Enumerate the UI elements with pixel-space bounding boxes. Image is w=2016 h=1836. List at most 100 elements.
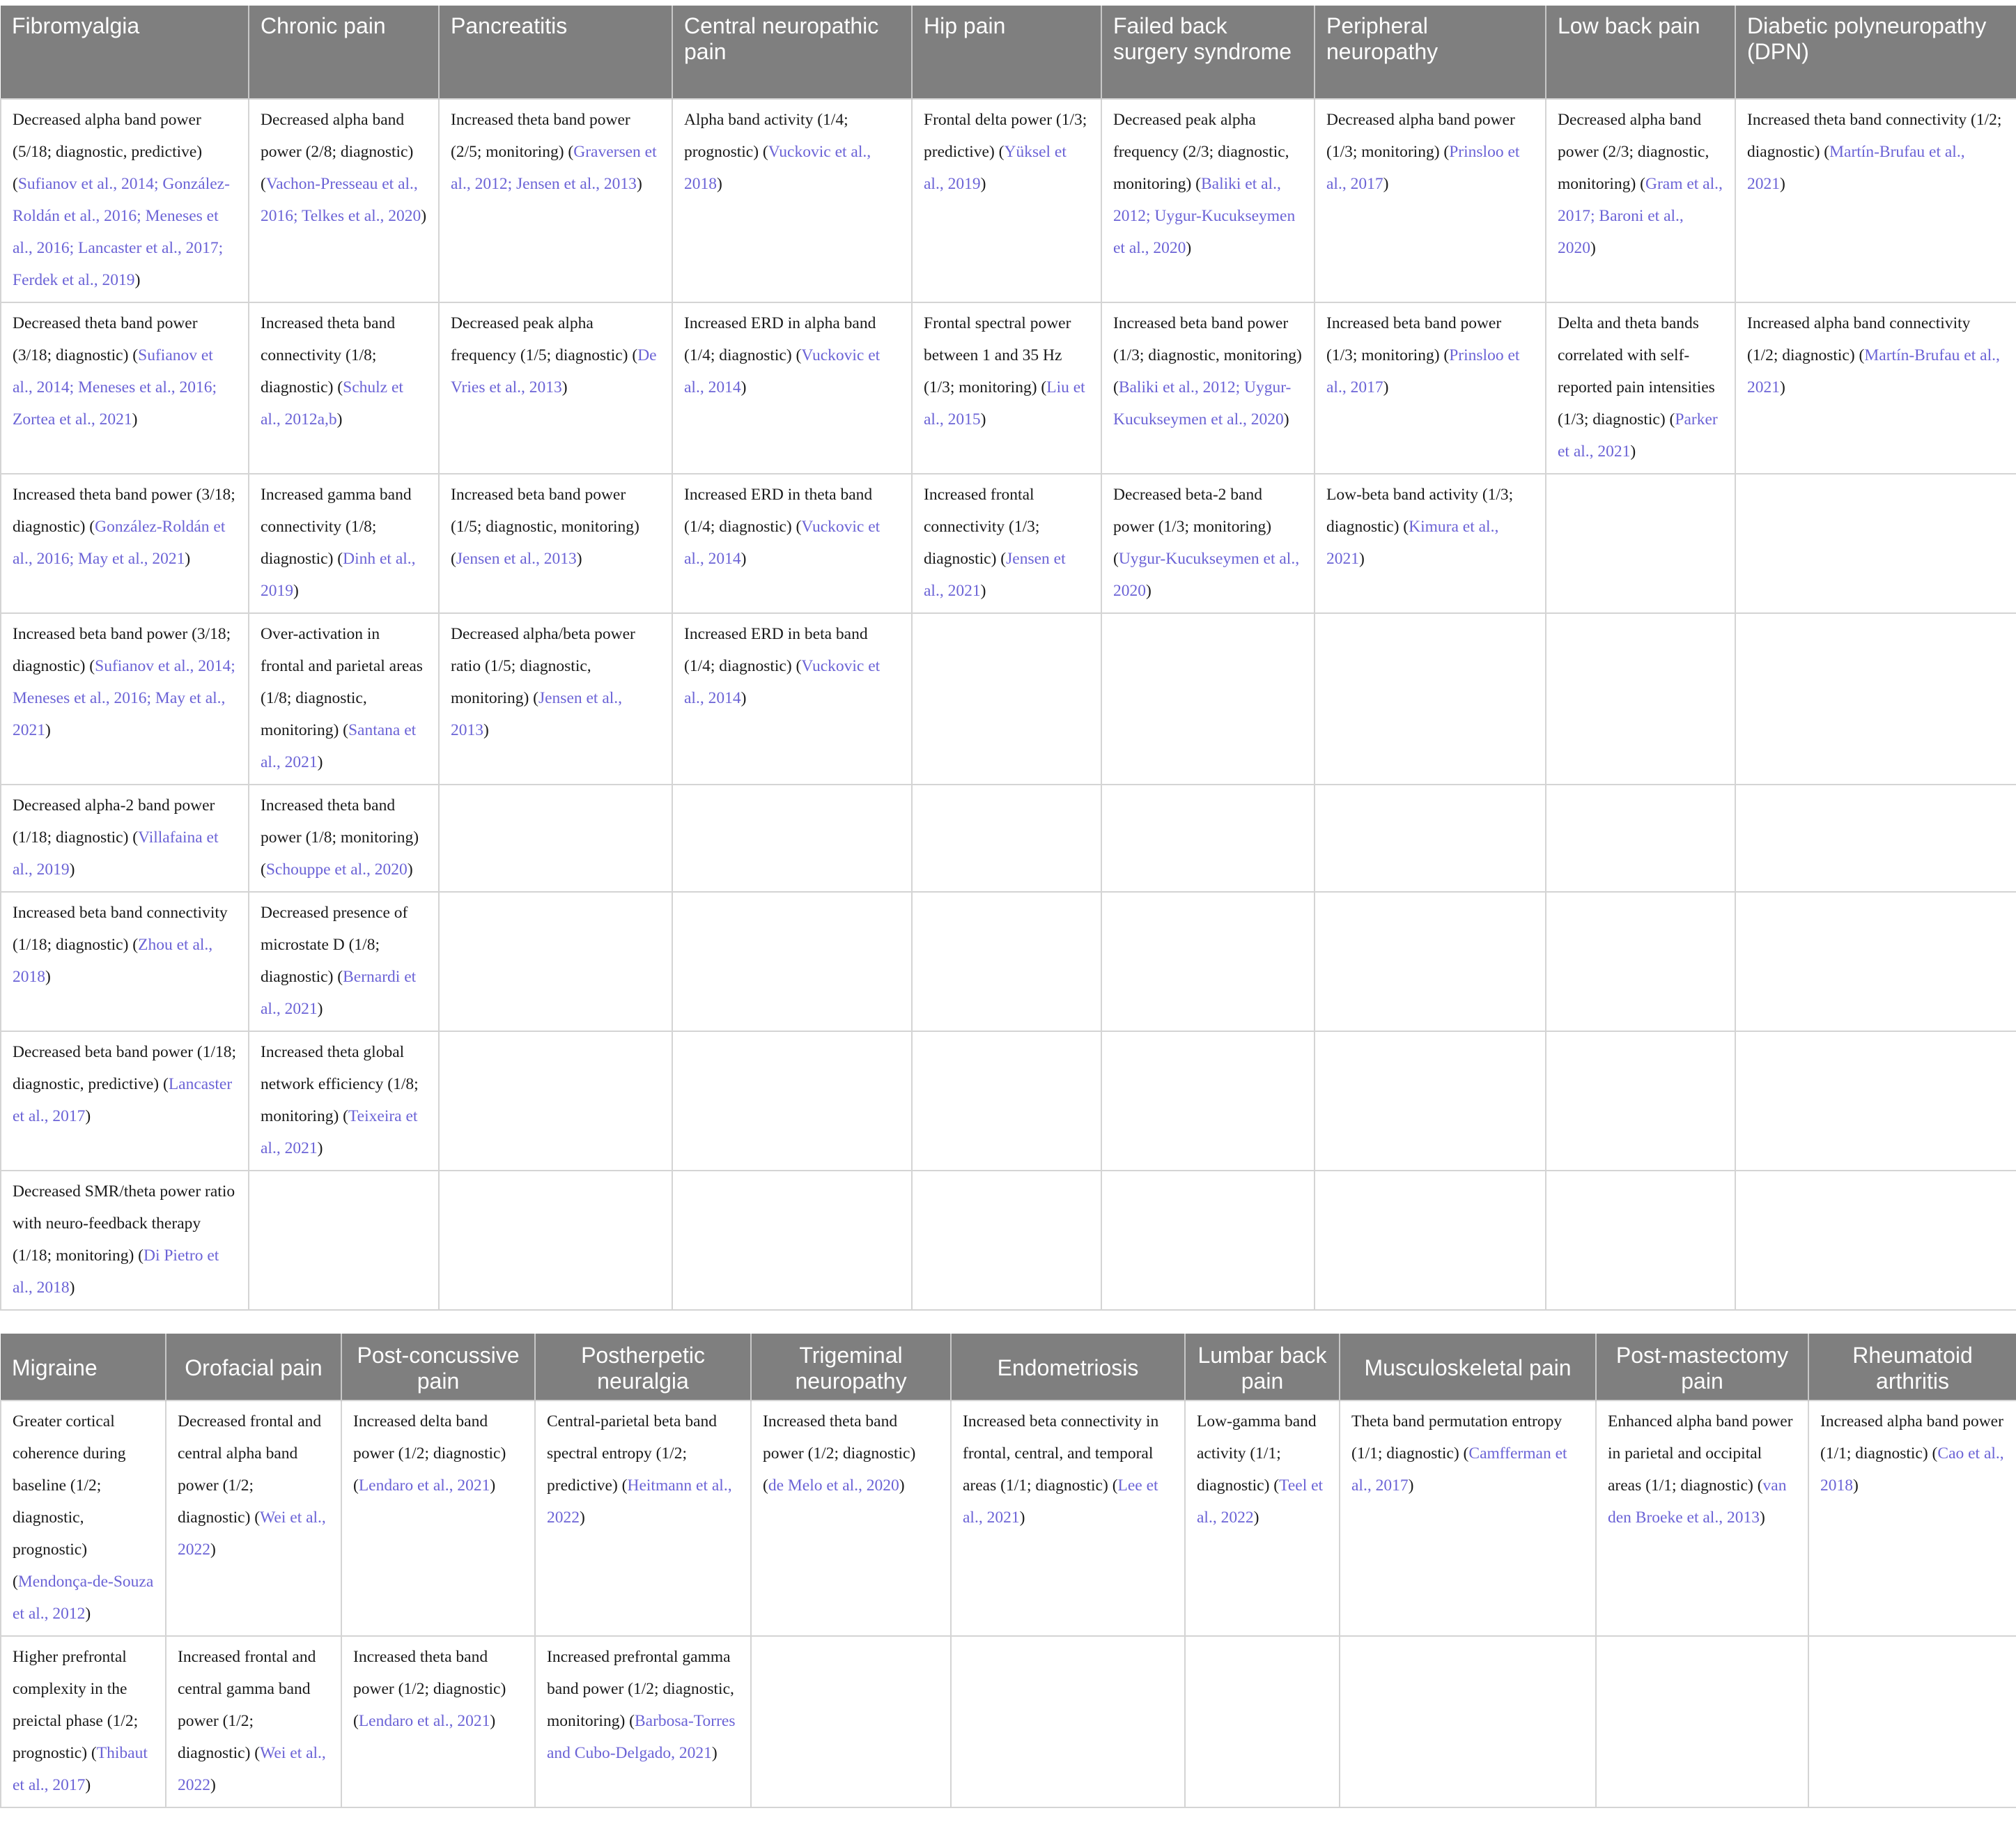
table-cell: Increased beta connectivity in frontal, … — [950, 1400, 1186, 1637]
table-cell — [672, 891, 913, 1032]
table-cell: Increased theta band power (2/5; monitor… — [438, 98, 673, 303]
column-header: Endometriosis — [951, 1334, 1186, 1401]
table-cell — [911, 891, 1102, 1032]
table-cell: Increased prefrontal gamma band power (1… — [534, 1635, 752, 1808]
column-header: Low back pain — [1546, 6, 1736, 99]
table-cell: Central-parietal beta band spectral entr… — [534, 1400, 752, 1637]
finding-text: Greater cortical coherence during baseli… — [13, 1412, 126, 1591]
table-cell: Increased theta global network efficienc… — [248, 1031, 440, 1171]
closing-paren: ) — [636, 175, 642, 193]
closing-paren: ) — [1253, 1509, 1259, 1527]
closing-paren: ) — [1759, 1509, 1765, 1527]
table-row: Increased theta band power (3/18; diagno… — [0, 473, 2016, 614]
column-header: Orofacial pain — [166, 1334, 342, 1401]
table-cell: Decreased alpha band power (2/3; diagnos… — [1545, 98, 1736, 303]
table-cell: Enhanced alpha band power in parietal an… — [1595, 1400, 1809, 1637]
table-cell — [911, 784, 1102, 893]
column-header: Migraine — [1, 1334, 166, 1401]
table-cell — [1101, 1170, 1315, 1311]
table-cell: Greater cortical coherence during baseli… — [0, 1400, 166, 1637]
column-header: Lumbar back pain — [1185, 1334, 1340, 1401]
table-cell — [248, 1170, 440, 1311]
citation-link[interactable]: de Melo et al., 2020 — [768, 1476, 899, 1495]
table-cell — [1545, 891, 1736, 1032]
closing-paren: ) — [490, 1476, 496, 1495]
table-cell: Decreased SMR/theta power ratio with neu… — [0, 1170, 249, 1311]
table-cell — [1735, 1170, 2016, 1311]
table-cell: Frontal spectral power between 1 and 35 … — [911, 302, 1102, 475]
table-cell: Decreased alpha-2 band power (1/18; diag… — [0, 784, 249, 893]
column-header: Musculoskeletal pain — [1340, 1334, 1597, 1401]
closing-paren: ) — [741, 378, 747, 396]
closing-paren: ) — [69, 1279, 75, 1297]
citation-link[interactable]: Vachon-Presseau et al., 2016; Telkes et … — [261, 175, 421, 225]
table-cell — [438, 1031, 673, 1171]
closing-paren: ) — [561, 378, 568, 396]
table-cell: Decreased peak alpha frequency (1/5; dia… — [438, 302, 673, 475]
column-header: Rheumatoid arthritis — [1808, 1334, 2016, 1401]
citation-link[interactable]: Lendaro et al., 2021 — [359, 1476, 490, 1495]
table-cell — [1545, 612, 1736, 785]
citation-link[interactable]: Uygur-Kucukseymen et al., 2020 — [1113, 550, 1299, 600]
table-cell — [1545, 784, 1736, 893]
table-cell — [750, 1635, 952, 1808]
table-cell: Decreased alpha band power (1/3; monitor… — [1314, 98, 1546, 303]
closing-paren: ) — [899, 1476, 905, 1495]
closing-paren: ) — [421, 207, 427, 225]
closing-paren: ) — [1383, 175, 1389, 193]
table-cell — [1808, 1635, 2016, 1808]
table-cell: Higher prefrontal complexity in the prei… — [0, 1635, 166, 1808]
table-cell: Increased gamma band connectivity (1/8; … — [248, 473, 440, 614]
table-cell — [1314, 1170, 1546, 1311]
closing-paren: ) — [1590, 239, 1596, 257]
table-cell — [911, 612, 1102, 785]
table-cell — [438, 784, 673, 893]
column-header: Peripheral neuropathy — [1315, 6, 1546, 99]
table-row: Increased beta band connectivity (1/18; … — [0, 891, 2016, 1032]
table-cell: Theta band permutation entropy (1/1; dia… — [1339, 1400, 1597, 1637]
header-row: Migraine Orofacial pain Post-concussive … — [1, 1334, 2016, 1401]
closing-paren: ) — [1019, 1509, 1025, 1527]
table-cell: Decreased theta band power (3/18; diagno… — [0, 302, 249, 475]
citation-link[interactable]: Sufianov et al., 2014; González-Roldán e… — [13, 175, 230, 289]
closing-paren: ) — [210, 1541, 216, 1559]
closing-paren: ) — [85, 1776, 91, 1794]
table-row: Decreased alpha-2 band power (1/18; diag… — [0, 784, 2016, 893]
table-cell — [1314, 784, 1546, 893]
column-header: Chronic pain — [249, 6, 440, 99]
table-row: Greater cortical coherence during baseli… — [0, 1400, 2016, 1637]
table-cell: Low-beta band activity (1/3; diagnostic)… — [1314, 473, 1546, 614]
closing-paren: ) — [580, 1509, 585, 1527]
closing-paren: ) — [1186, 239, 1192, 257]
table-cell: Increased beta band power (1/3; diagnost… — [1101, 302, 1315, 475]
eeg-biomarkers-table-2: Migraine Orofacial pain Post-concussive … — [0, 1334, 2016, 1808]
table-row: Decreased theta band power (3/18; diagno… — [0, 302, 2016, 475]
table-cell: Delta and theta bands correlated with se… — [1545, 302, 1736, 475]
table-cell — [1545, 1170, 1736, 1311]
table-cell — [1184, 1635, 1340, 1808]
table-cell — [1339, 1635, 1597, 1808]
column-header: Diabetic polyneuropathy (DPN) — [1735, 6, 2016, 99]
table-row: Increased beta band power (3/18; diagnos… — [0, 612, 2016, 785]
table-cell — [1314, 891, 1546, 1032]
citation-link[interactable]: Lendaro et al., 2021 — [359, 1712, 490, 1730]
citation-link[interactable]: Baliki et al., 2012; Uygur-Kucukseymen e… — [1113, 378, 1291, 429]
table-cell — [1735, 891, 2016, 1032]
closing-paren: ) — [741, 550, 747, 568]
table-cell: Increased theta band power (1/2; diagnos… — [750, 1400, 952, 1637]
column-header: Hip pain — [912, 6, 1102, 99]
table-cell: Alpha band activity (1/4; prognostic) (V… — [672, 98, 913, 303]
table-cell: Increased ERD in beta band (1/4; diagnos… — [672, 612, 913, 785]
closing-paren: ) — [132, 410, 138, 429]
table-cell: Decreased alpha/beta power ratio (1/5; d… — [438, 612, 673, 785]
citation-link[interactable]: Schouppe et al., 2020 — [266, 861, 408, 879]
table-cell — [911, 1031, 1102, 1171]
closing-paren: ) — [1146, 582, 1152, 600]
citation-link[interactable]: Mendonça-de-Souza et al., 2012 — [13, 1573, 153, 1623]
table-cell: Over-activation in frontal and parietal … — [248, 612, 440, 785]
citation-link[interactable]: Jensen et al., 2013 — [456, 550, 577, 568]
table-cell: Increased theta band power (1/8; monitor… — [248, 784, 440, 893]
closing-paren: ) — [980, 175, 986, 193]
closing-paren: ) — [210, 1776, 216, 1794]
table-cell: Increased theta band connectivity (1/2; … — [1735, 98, 2016, 303]
